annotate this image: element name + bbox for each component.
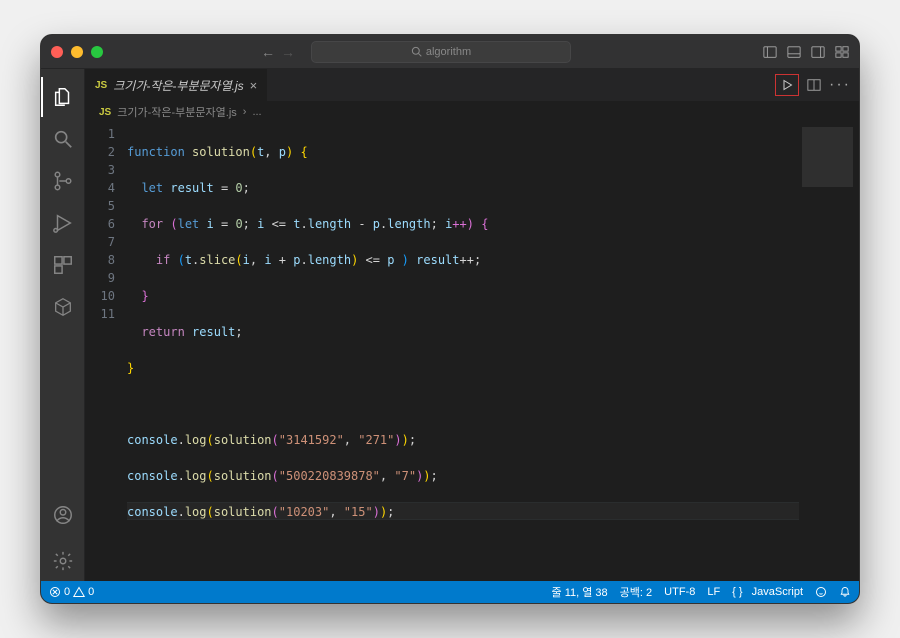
search-icon (411, 46, 422, 57)
scm-activity[interactable] (41, 161, 85, 201)
line-gutter: 1 2 3 4 5 6 7 8 9 10 11 (85, 123, 127, 581)
titlebar: ← → algorithm (41, 35, 859, 69)
js-file-icon: JS (95, 80, 107, 91)
status-cursor[interactable]: 줄 11, 열 38 (552, 584, 608, 600)
close-tab-button[interactable]: × (250, 78, 258, 93)
editor[interactable]: 1 2 3 4 5 6 7 8 9 10 11 function solutio… (85, 123, 859, 581)
source-control-icon (52, 170, 74, 192)
explorer-activity[interactable] (41, 77, 85, 117)
status-problems[interactable]: 0 0 (49, 586, 94, 598)
activity-bar (41, 69, 85, 581)
cube-icon (52, 296, 74, 318)
vscode-window: ← → algorithm (40, 34, 860, 604)
breadcrumb-rest: ... (252, 106, 261, 118)
command-center-search[interactable]: algorithm (311, 41, 571, 63)
accounts-activity[interactable] (41, 495, 85, 535)
status-bell[interactable] (839, 586, 851, 598)
layout-panel-left-icon[interactable] (763, 45, 777, 59)
js-file-icon: JS (99, 107, 111, 118)
layout-panel-bottom-icon[interactable] (787, 45, 801, 59)
split-icon (807, 78, 821, 92)
breadcrumb-filename: 크기가-작은-부분문자열.js (117, 104, 237, 120)
status-feedback[interactable] (815, 586, 827, 598)
minimize-window-button[interactable] (71, 46, 83, 58)
search-placeholder: algorithm (426, 46, 471, 58)
error-icon (49, 586, 61, 598)
minimap-content (802, 127, 853, 187)
remote-activity[interactable] (41, 287, 85, 327)
statusbar: 0 0 줄 11, 열 38 공백: 2 UTF-8 LF { } JavaSc… (41, 581, 859, 603)
run-debug-icon (52, 212, 74, 234)
warning-icon (73, 586, 85, 598)
search-activity[interactable] (41, 119, 85, 159)
layout-customize-icon[interactable] (835, 45, 849, 59)
editor-tab-actions: ··· (775, 69, 859, 101)
workbench-body: JS 크기가-작은-부분문자열.js × ··· J (41, 69, 859, 581)
split-editor-button[interactable] (803, 74, 825, 96)
nav-back-button[interactable]: ← (261, 44, 275, 60)
extensions-activity[interactable] (41, 245, 85, 285)
status-language[interactable]: { } JavaScript (732, 586, 803, 598)
status-eol[interactable]: LF (707, 586, 720, 598)
more-actions-button[interactable]: ··· (829, 74, 851, 96)
maximize-window-button[interactable] (91, 46, 103, 58)
code-content[interactable]: function solution(t, p) { let result = 0… (127, 123, 799, 581)
extensions-icon (52, 254, 74, 276)
search-icon (52, 128, 74, 150)
debug-activity[interactable] (41, 203, 85, 243)
editor-tabs: JS 크기가-작은-부분문자열.js × ··· (85, 69, 859, 101)
tab-filename: 크기가-작은-부분문자열.js (113, 77, 243, 94)
run-code-button[interactable] (775, 74, 799, 96)
status-indent[interactable]: 공백: 2 (620, 584, 652, 600)
window-controls (51, 46, 103, 58)
breadcrumb[interactable]: JS 크기가-작은-부분문자열.js › ... (85, 101, 859, 123)
nav-arrows: ← → (261, 44, 295, 60)
gear-icon (52, 550, 74, 572)
feedback-icon (815, 586, 827, 598)
settings-activity[interactable] (41, 541, 85, 581)
files-icon (52, 86, 74, 108)
status-encoding[interactable]: UTF-8 (664, 586, 695, 598)
bell-icon (839, 586, 851, 598)
close-window-button[interactable] (51, 46, 63, 58)
layout-panel-right-icon[interactable] (811, 45, 825, 59)
play-icon (781, 79, 793, 91)
editor-main: JS 크기가-작은-부분문자열.js × ··· J (85, 69, 859, 581)
account-icon (52, 504, 74, 526)
nav-forward-button[interactable]: → (281, 44, 295, 60)
titlebar-right (763, 45, 849, 59)
minimap[interactable] (799, 123, 859, 581)
breadcrumb-separator: › (243, 106, 247, 118)
ellipsis-icon: ··· (829, 76, 851, 94)
editor-tab[interactable]: JS 크기가-작은-부분문자열.js × (85, 69, 268, 101)
